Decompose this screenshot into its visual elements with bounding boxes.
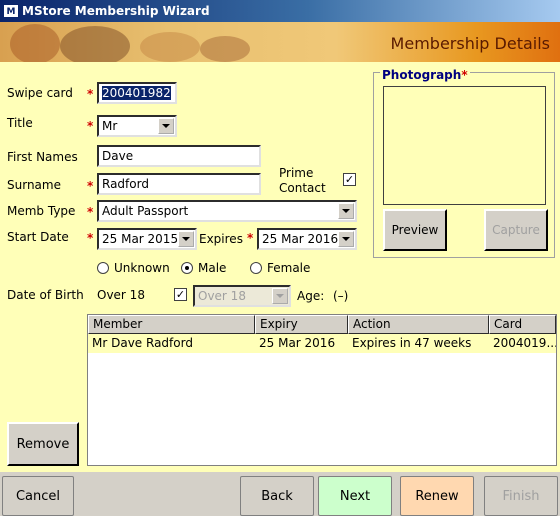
over18-checkbox[interactable]: ✓ xyxy=(174,288,187,301)
photograph-area xyxy=(383,86,546,205)
chevron-down-icon[interactable] xyxy=(178,231,194,247)
title-bar: M MStore Membership Wizard xyxy=(0,0,560,22)
renew-button[interactable]: Renew xyxy=(400,476,474,516)
members-table[interactable]: Member Expiry Action Card Mr Dave Radfor… xyxy=(87,314,557,466)
column-header-member[interactable]: Member xyxy=(88,315,255,334)
column-header-expiry[interactable]: Expiry xyxy=(255,315,348,334)
swipe-card-input[interactable]: 200401982 xyxy=(97,82,177,104)
expires-label: Expires xyxy=(199,232,243,246)
finish-button: Finish xyxy=(484,476,558,516)
title-label: Title xyxy=(7,116,33,130)
first-names-input[interactable]: Dave xyxy=(97,145,261,167)
banner-image-icon xyxy=(140,32,200,62)
title-select[interactable]: Mr xyxy=(97,115,177,137)
cell-expiry: 25 Mar 2016 xyxy=(259,336,336,350)
radio-icon xyxy=(97,262,109,274)
expires-date-picker[interactable]: 25 Mar 2016 xyxy=(257,228,357,250)
gender-unknown-radio[interactable]: Unknown xyxy=(97,261,170,275)
required-marker: * xyxy=(87,231,94,245)
prime-contact-checkbox[interactable]: ✓ xyxy=(343,173,356,186)
cell-card: 2004019... xyxy=(493,336,556,350)
gender-male-radio[interactable]: Male xyxy=(181,261,226,275)
age-label: Age: xyxy=(297,289,325,303)
cell-action: Expires in 47 weeks xyxy=(352,336,472,350)
table-header: Member Expiry Action Card xyxy=(88,315,556,334)
banner-title: Membership Details xyxy=(390,34,550,53)
radio-icon xyxy=(250,262,262,274)
chevron-down-icon[interactable] xyxy=(338,203,354,219)
required-marker: * xyxy=(87,87,94,101)
photograph-legend: Photograph* xyxy=(380,68,470,82)
start-date-label: Start Date xyxy=(7,230,69,244)
banner-image-icon xyxy=(10,24,60,62)
required-marker: * xyxy=(87,179,94,193)
table-row[interactable]: Mr Dave Radford 25 Mar 2016 Expires in 4… xyxy=(88,334,556,353)
first-names-label: First Names xyxy=(7,150,78,164)
age-value: (–) xyxy=(333,289,349,303)
chevron-down-icon[interactable] xyxy=(338,231,354,247)
remove-button[interactable]: Remove xyxy=(7,422,79,466)
chevron-down-icon[interactable] xyxy=(158,118,174,134)
back-button[interactable]: Back xyxy=(240,476,314,516)
cancel-button[interactable]: Cancel xyxy=(2,476,74,516)
dob-label: Date of Birth xyxy=(7,288,84,302)
required-marker: * xyxy=(87,119,94,133)
prime-contact-label: Prime xyxy=(279,166,314,180)
surname-input[interactable]: Radford xyxy=(97,173,261,195)
gender-female-radio[interactable]: Female xyxy=(250,261,310,275)
column-header-card[interactable]: Card xyxy=(489,315,556,334)
radio-selected-icon xyxy=(181,262,193,274)
app-logo-icon: M xyxy=(3,4,19,18)
required-marker: * xyxy=(247,231,254,245)
required-marker: * xyxy=(87,205,94,219)
banner-image-icon xyxy=(200,36,250,62)
preview-button[interactable]: Preview xyxy=(383,209,447,251)
next-button[interactable]: Next xyxy=(318,476,392,516)
start-date-picker[interactable]: 25 Mar 2015 xyxy=(97,228,197,250)
over18-select: Over 18 xyxy=(193,285,291,307)
memb-type-label: Memb Type xyxy=(7,204,76,218)
capture-button: Capture xyxy=(484,209,548,251)
banner-image-icon xyxy=(60,26,130,62)
over18-label: Over 18 xyxy=(97,288,145,302)
window-title: MStore Membership Wizard xyxy=(22,4,210,18)
header-banner: Membership Details xyxy=(0,22,560,62)
surname-label: Surname xyxy=(7,178,61,192)
prime-contact-label: Contact xyxy=(279,181,326,195)
memb-type-select[interactable]: Adult Passport xyxy=(97,200,357,222)
cell-member: Mr Dave Radford xyxy=(92,336,193,350)
column-header-action[interactable]: Action xyxy=(348,315,489,334)
swipe-card-label: Swipe card xyxy=(7,86,73,100)
chevron-down-icon xyxy=(272,288,288,304)
